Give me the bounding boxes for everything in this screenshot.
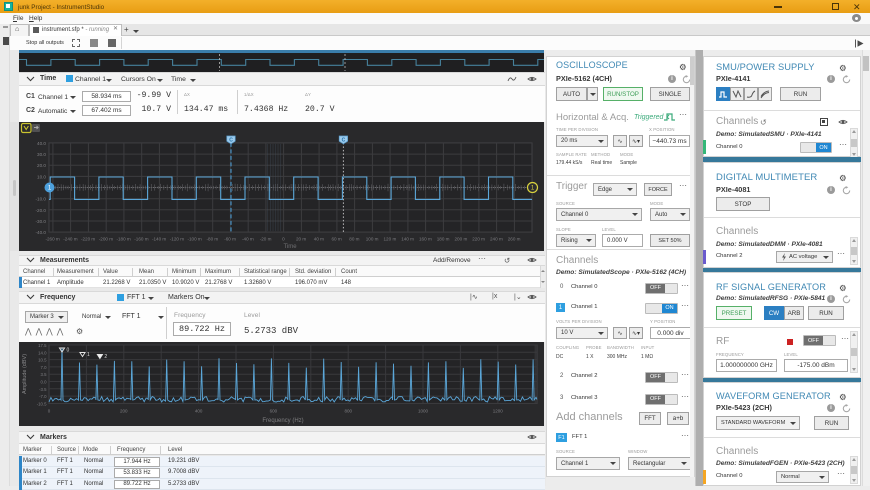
svg-text:-40.0: -40.0	[36, 230, 47, 235]
svg-text:-7.0: -7.0	[39, 394, 47, 399]
svg-text:140 m: 140 m	[401, 237, 414, 242]
svg-text:Amplitude (dBV): Amplitude (dBV)	[22, 354, 28, 394]
svg-text:0.0: 0.0	[41, 380, 48, 385]
svg-text:0: 0	[67, 348, 70, 354]
svg-text:C: C	[229, 138, 233, 144]
svg-text:-10.0: -10.0	[36, 197, 47, 202]
svg-text:20 m: 20 m	[296, 237, 306, 242]
svg-text:-20.0: -20.0	[36, 208, 47, 213]
svg-text:C: C	[342, 138, 346, 144]
svg-text:17.5: 17.5	[38, 343, 47, 348]
svg-text:Time: Time	[283, 244, 297, 250]
svg-text:-220 m: -220 m	[81, 237, 95, 242]
svg-text:-200 m: -200 m	[99, 237, 113, 242]
svg-text:-10.5: -10.5	[37, 401, 47, 406]
svg-text:260 m: 260 m	[508, 237, 521, 242]
svg-text:7.0: 7.0	[41, 365, 48, 370]
svg-text:180 m: 180 m	[437, 237, 450, 242]
svg-text:800: 800	[344, 409, 352, 414]
svg-text:-60 m: -60 m	[224, 237, 236, 242]
svg-text:600: 600	[270, 409, 278, 414]
svg-text:160 m: 160 m	[419, 237, 432, 242]
svg-text:240 m: 240 m	[490, 237, 503, 242]
svg-text:220 m: 220 m	[472, 237, 485, 242]
svg-text:120 m: 120 m	[384, 237, 397, 242]
svg-text:0: 0	[282, 237, 285, 242]
svg-text:-80 m: -80 m	[207, 237, 219, 242]
svg-text:100 m: 100 m	[366, 237, 379, 242]
svg-text:-40 m: -40 m	[242, 237, 254, 242]
svg-text:2: 2	[104, 354, 107, 360]
svg-text:Frequency (Hz): Frequency (Hz)	[262, 418, 303, 424]
svg-text:200 m: 200 m	[455, 237, 468, 242]
svg-text:40 m: 40 m	[314, 237, 324, 242]
svg-text:0: 0	[48, 409, 51, 414]
svg-text:-240 m: -240 m	[63, 237, 77, 242]
svg-text:10.0: 10.0	[37, 174, 46, 179]
svg-text:60 m: 60 m	[331, 237, 341, 242]
svg-text:20.0: 20.0	[37, 163, 46, 168]
svg-text:-20 m: -20 m	[260, 237, 272, 242]
svg-text:1000: 1000	[418, 409, 429, 414]
svg-text:-140 m: -140 m	[152, 237, 166, 242]
svg-text:-30.0: -30.0	[36, 219, 47, 224]
svg-text:1200: 1200	[493, 409, 504, 414]
svg-text:3.5: 3.5	[41, 372, 48, 377]
svg-text:30.0: 30.0	[37, 152, 46, 157]
svg-text:40.0: 40.0	[37, 141, 46, 146]
svg-text:80 m: 80 m	[349, 237, 359, 242]
svg-text:-100 m: -100 m	[187, 237, 201, 242]
svg-text:1: 1	[87, 352, 90, 358]
svg-text:200: 200	[120, 409, 128, 414]
svg-text:-260 m: -260 m	[45, 237, 59, 242]
svg-text:-3.5: -3.5	[39, 387, 47, 392]
svg-text:-160 m: -160 m	[134, 237, 148, 242]
svg-text:400: 400	[195, 409, 203, 414]
svg-text:-180 m: -180 m	[116, 237, 130, 242]
svg-text:-120 m: -120 m	[170, 237, 184, 242]
svg-text:10.5: 10.5	[38, 358, 47, 363]
svg-text:14.0: 14.0	[38, 350, 47, 355]
